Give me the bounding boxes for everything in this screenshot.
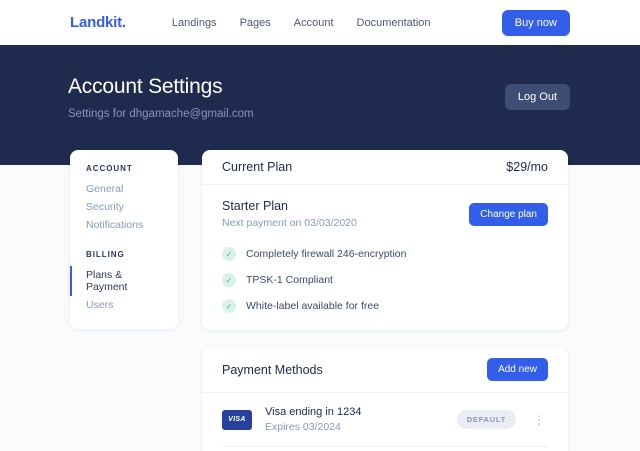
plan-info: Starter Plan Next payment on 03/03/2020 — [222, 199, 357, 229]
sidebar-item-notifications[interactable]: Notifications — [70, 216, 178, 234]
default-badge: DEFAULT — [457, 410, 516, 429]
feature-label: White-label available for free — [246, 300, 379, 312]
payment-card-row-mastercard: Mastercard ending in 1234 ⋮ — [202, 447, 568, 451]
plan-next-payment: Next payment on 03/03/2020 — [222, 217, 357, 229]
visa-icon: VISA — [222, 410, 252, 430]
feature-label: Completely firewall 246-encryption — [246, 248, 407, 260]
sidebar-heading-account: ACCOUNT — [70, 164, 178, 173]
settings-sidebar: ACCOUNT General Security Notifications B… — [70, 150, 178, 329]
kebab-menu-icon[interactable]: ⋮ — [530, 412, 548, 428]
sidebar-item-general[interactable]: General — [70, 180, 178, 198]
nav-link-pages[interactable]: Pages — [240, 17, 271, 29]
sidebar-item-plans-payment[interactable]: Plans & Payment — [70, 266, 178, 296]
current-plan-body: Starter Plan Next payment on 03/03/2020 … — [202, 185, 568, 330]
payment-card-actions: DEFAULT ⋮ — [457, 410, 548, 429]
sidebar-item-users[interactable]: Users — [70, 296, 178, 314]
payment-card-row-visa: VISA Visa ending in 1234 Expires 03/2024… — [202, 393, 568, 446]
feature-item: ✓ White-label available for free — [222, 297, 548, 315]
plan-price: $29/mo — [506, 160, 548, 174]
nav-links: Landings Pages Account Documentation — [172, 17, 431, 29]
nav-link-account[interactable]: Account — [294, 17, 334, 29]
current-plan-title: Current Plan — [222, 160, 292, 174]
feature-item: ✓ TPSK-1 Compliant — [222, 271, 548, 289]
nav-link-landings[interactable]: Landings — [172, 17, 217, 29]
hero-text: Account Settings Settings for dhgamache@… — [68, 75, 254, 120]
hero-section: Account Settings Settings for dhgamache@… — [0, 45, 640, 165]
feature-label: TPSK-1 Compliant — [246, 274, 333, 286]
payment-card-title: Visa ending in 1234 — [265, 406, 361, 418]
payment-card-info: Visa ending in 1234 Expires 03/2024 — [265, 406, 361, 433]
page-subtitle: Settings for dhgamache@gmail.com — [68, 108, 254, 120]
main-content: ACCOUNT General Security Notifications B… — [0, 150, 640, 451]
buy-now-button[interactable]: Buy now — [502, 10, 570, 36]
check-icon: ✓ — [222, 299, 236, 313]
payment-card-expiry: Expires 03/2024 — [265, 421, 361, 433]
feature-item: ✓ Completely firewall 246-encryption — [222, 245, 548, 263]
settings-panels: Current Plan $29/mo Starter Plan Next pa… — [202, 150, 568, 451]
plan-row: Starter Plan Next payment on 03/03/2020 … — [222, 199, 548, 229]
check-icon: ✓ — [222, 247, 236, 261]
landkit-logo[interactable]: Landkit. — [70, 14, 126, 31]
log-out-button[interactable]: Log Out — [505, 84, 570, 110]
payment-methods-card: Payment Methods Add new VISA Visa ending… — [202, 347, 568, 451]
sidebar-item-security[interactable]: Security — [70, 198, 178, 216]
plan-name: Starter Plan — [222, 199, 357, 213]
check-icon: ✓ — [222, 273, 236, 287]
plan-features: ✓ Completely firewall 246-encryption ✓ T… — [222, 245, 548, 315]
current-plan-header: Current Plan $29/mo — [202, 150, 568, 185]
sidebar-heading-billing: BILLING — [70, 250, 178, 259]
payment-methods-header: Payment Methods Add new — [202, 347, 568, 393]
top-navbar: Landkit. Landings Pages Account Document… — [0, 0, 640, 45]
change-plan-button[interactable]: Change plan — [469, 203, 548, 226]
nav-link-documentation[interactable]: Documentation — [357, 17, 431, 29]
add-new-button[interactable]: Add new — [487, 358, 548, 381]
current-plan-card: Current Plan $29/mo Starter Plan Next pa… — [202, 150, 568, 330]
page-title: Account Settings — [68, 75, 254, 99]
payment-methods-title: Payment Methods — [222, 363, 323, 377]
